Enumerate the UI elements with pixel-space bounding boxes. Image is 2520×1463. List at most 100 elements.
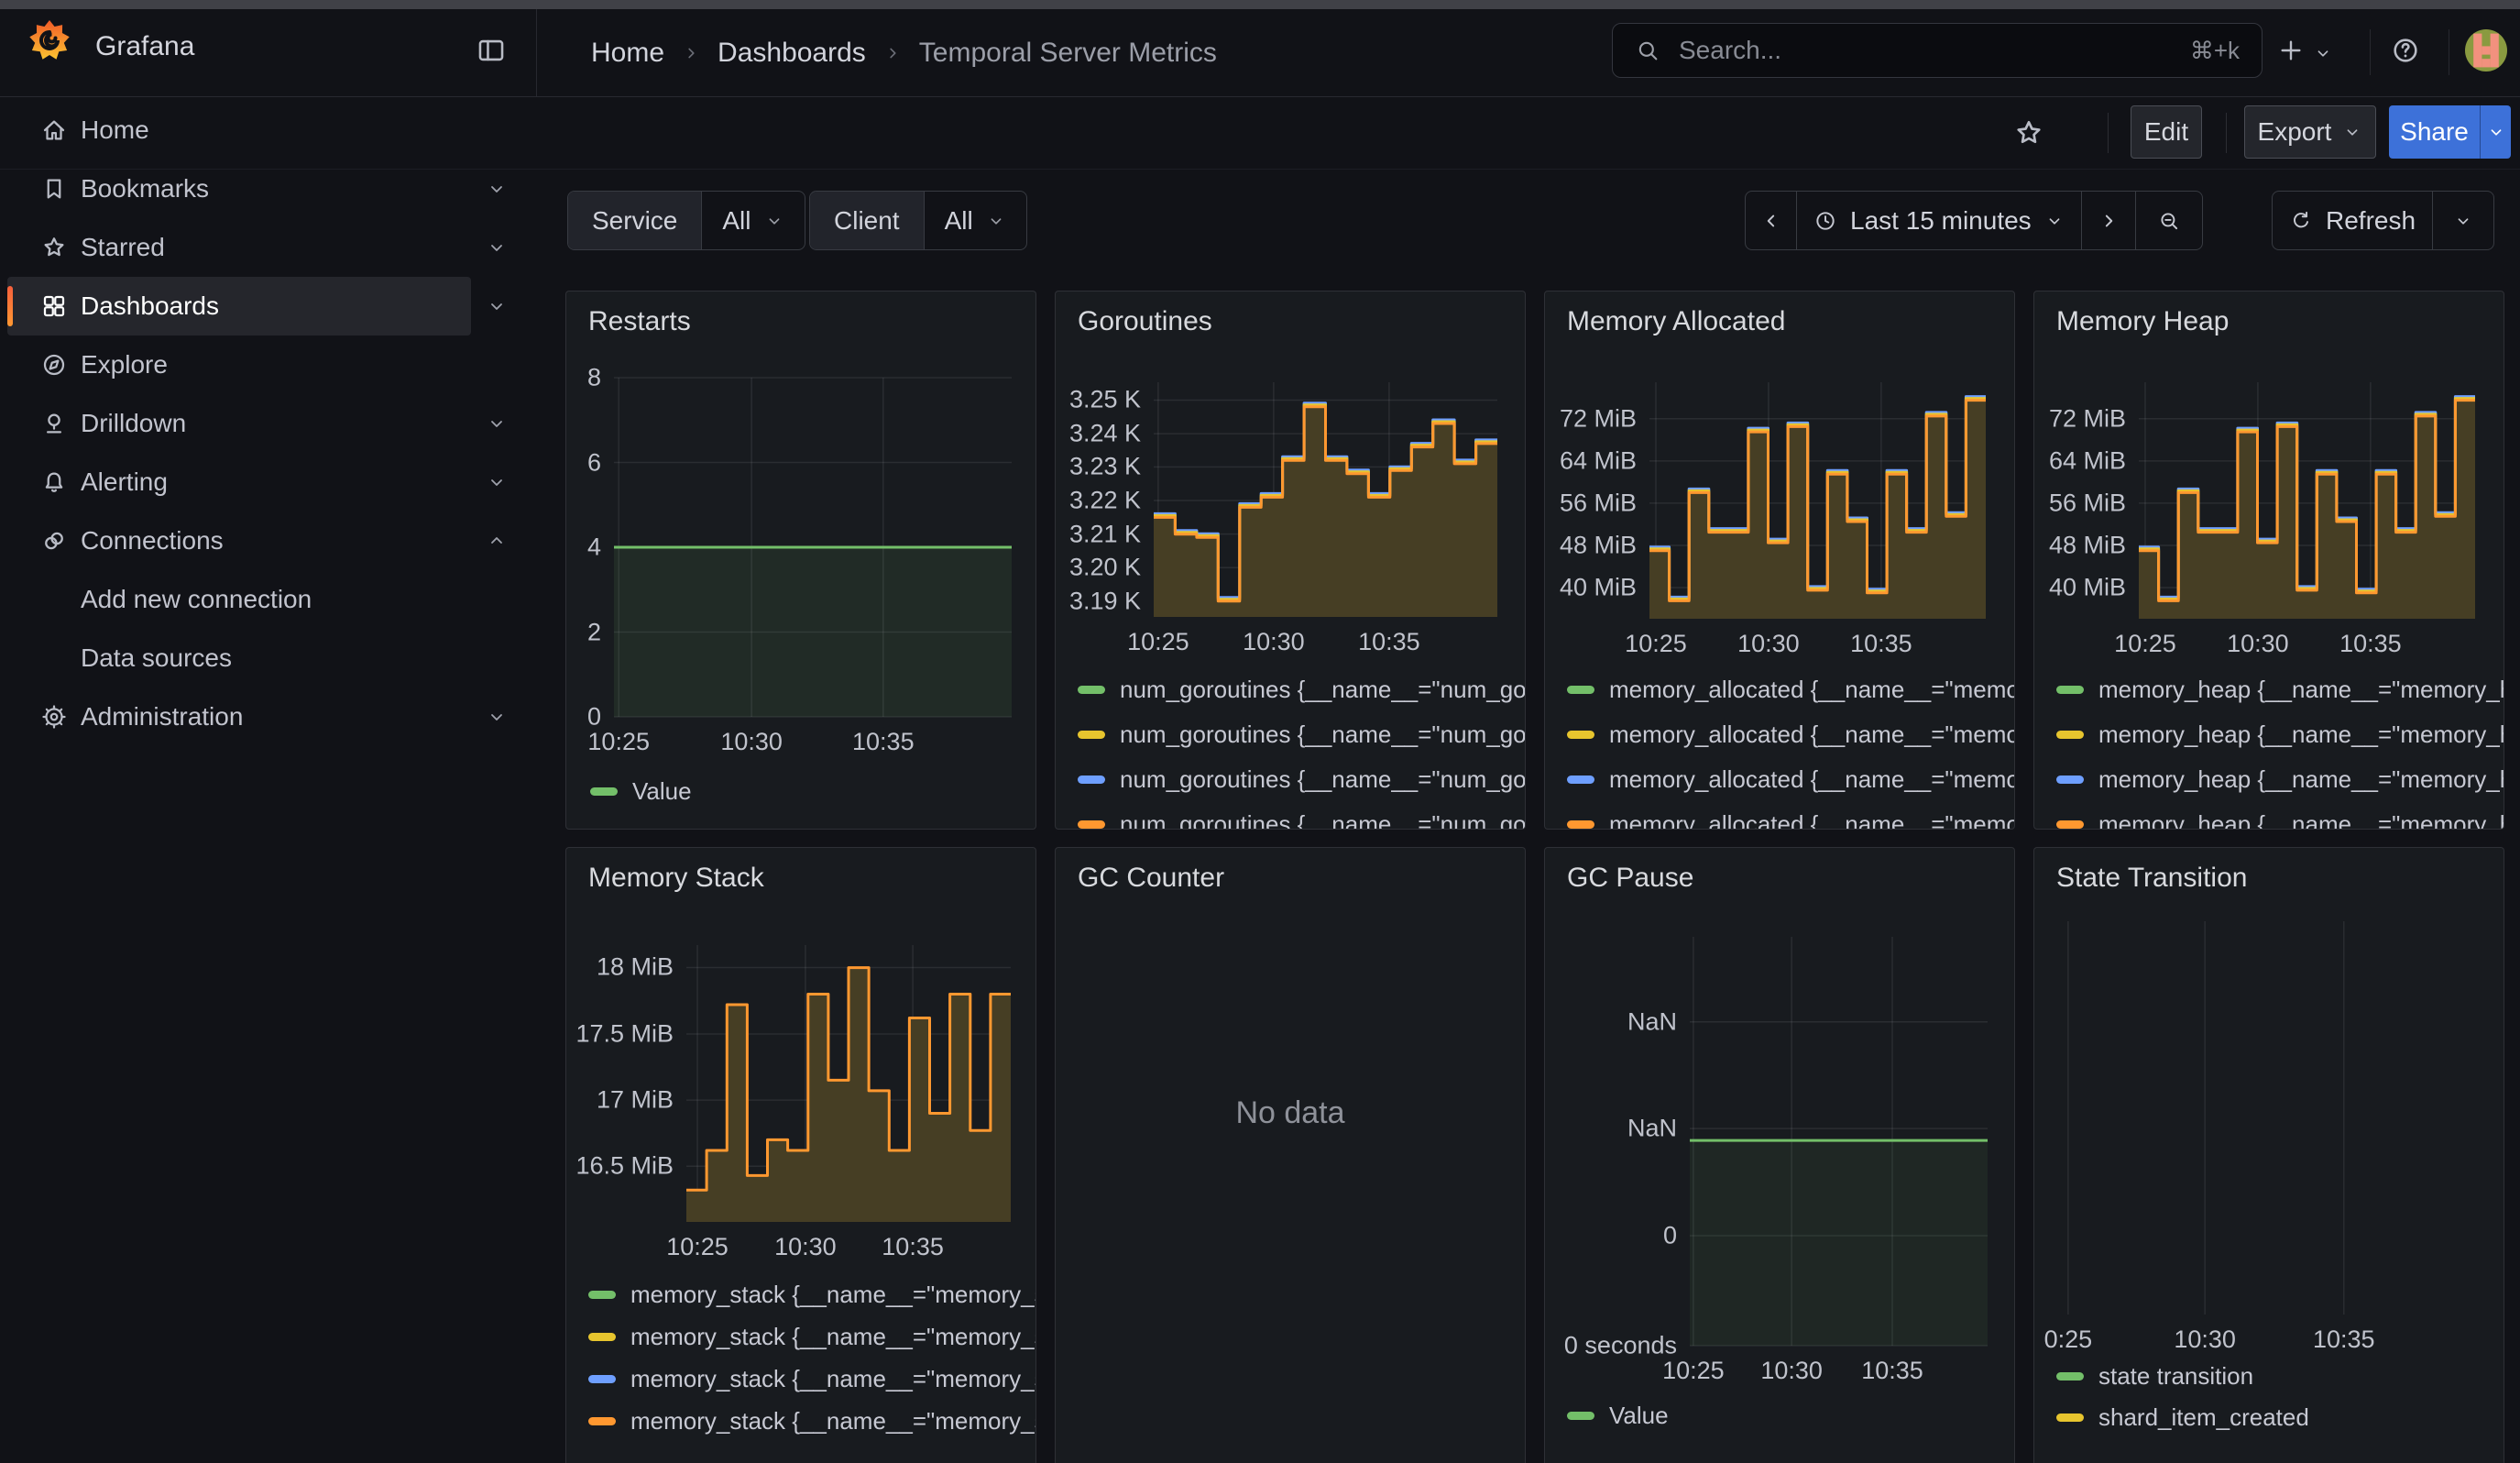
bell-icon [40, 468, 68, 496]
sidebar-item-data-sources[interactable]: Data sources [7, 629, 471, 688]
legend-swatch [588, 1291, 616, 1299]
panel-title[interactable]: Memory Heap [2056, 306, 2229, 337]
panel-title[interactable]: Memory Stack [588, 863, 764, 894]
gc-pause-chart[interactable]: NaNNaN00 seconds10:2510:3010:35 [1690, 937, 1988, 1346]
service-filter-value[interactable]: All [702, 192, 804, 249]
legend-item[interactable]: Value [590, 770, 692, 812]
y-axis-tick: 2 [587, 618, 601, 646]
legend-item[interactable]: memory_allocated {__name__="memo [1567, 802, 2015, 830]
sidebar-item-connections[interactable]: Connections [7, 512, 471, 570]
panel-title[interactable]: State Transition [2056, 863, 2247, 894]
legend-item[interactable]: memory_allocated {__name__="memo [1567, 667, 2015, 712]
refresh-interval-dropdown[interactable] [2432, 192, 2493, 249]
legend-item[interactable]: memory_heap {__name__="memory_h [2056, 667, 2504, 712]
export-button[interactable]: Export [2244, 105, 2376, 159]
legend-swatch [2056, 1372, 2084, 1380]
share-dropdown-button[interactable] [2481, 105, 2511, 159]
sidebar-item-add-new-connection[interactable]: Add new connection [7, 570, 471, 629]
memory-allocated-chart[interactable]: 72 MiB64 MiB56 MiB48 MiB40 MiB10:2510:30… [1649, 382, 1986, 619]
chevron-right-icon [882, 43, 903, 63]
user-avatar[interactable] [2465, 29, 2507, 72]
panel-title[interactable]: GC Counter [1078, 863, 1224, 894]
help-circle-icon[interactable] [2390, 35, 2421, 66]
legend-item[interactable]: memory_stack {__name__="memory_s [588, 1315, 1036, 1358]
refresh-button[interactable]: Refresh [2273, 192, 2432, 249]
legend-item[interactable]: num_goroutines {__name__="num_go [1078, 757, 1526, 802]
edit-button[interactable]: Edit [2131, 105, 2202, 159]
memory-stack-chart[interactable]: 18 MiB17.5 MiB17 MiB16.5 MiB10:2510:3010… [686, 945, 1011, 1222]
legend-item[interactable]: Value [1567, 1394, 1669, 1436]
legend-item[interactable]: memory_allocated {__name__="memo [1567, 757, 2015, 802]
legend-item[interactable]: shard_item_created [2056, 1397, 2309, 1438]
legend-item[interactable]: state transition [2056, 1356, 2309, 1397]
legend-item[interactable]: memory_heap {__name__="memory_h [2056, 757, 2504, 802]
sidebar-item-dashboards[interactable]: Dashboards [7, 277, 471, 336]
search-input[interactable] [1677, 35, 2174, 66]
legend-item[interactable]: num_goroutines {__name__="num_go [1078, 712, 1526, 757]
chevron-down-icon [764, 211, 784, 231]
legend-item[interactable]: memory_heap {__name__="memory_h [2056, 712, 2504, 757]
sidebar-item-starred[interactable]: Starred [7, 218, 471, 277]
legend-item[interactable]: num_goroutines {__name__="num_go [1078, 667, 1526, 712]
breadcrumb-dashboards[interactable]: Dashboards [718, 38, 866, 69]
panel-title[interactable]: Goroutines [1078, 306, 1212, 337]
client-filter-selected: All [945, 206, 973, 236]
sidebar-item-bookmarks[interactable]: Bookmarks [7, 160, 471, 218]
sidebar-item-administration[interactable]: Administration [7, 688, 471, 746]
legend-item[interactable]: memory_heap {__name__="memory_h [2056, 802, 2504, 830]
time-back-button[interactable] [1746, 192, 1796, 249]
legend-label: Value [632, 777, 692, 806]
chevron-down-icon[interactable] [486, 706, 508, 728]
chevron-down-icon[interactable] [486, 412, 508, 434]
topbar-divider [2370, 29, 2371, 75]
legend-item[interactable]: memory_stack {__name__="memory_s [588, 1400, 1036, 1442]
restarts-chart[interactable]: 8642010:2510:3010:35 [614, 378, 1012, 717]
x-axis-tick: 10:30 [1760, 1357, 1823, 1385]
search-box[interactable]: ⌘+k [1612, 23, 2263, 78]
legend-item[interactable]: memory_allocated {__name__="memo [1567, 712, 2015, 757]
chevron-down-icon[interactable] [486, 295, 508, 317]
chevron-up-icon[interactable] [486, 530, 508, 552]
x-axis-tick: 10:35 [1850, 630, 1912, 658]
breadcrumb-home[interactable]: Home [591, 38, 664, 69]
panel-title[interactable]: Restarts [588, 306, 691, 337]
chevron-down-icon [2342, 122, 2362, 142]
zoom-out-button[interactable] [2135, 192, 2202, 249]
panel-title[interactable]: GC Pause [1567, 863, 1693, 894]
time-range-picker[interactable]: Last 15 minutes [1796, 192, 2081, 249]
goroutines-chart[interactable]: 3.25 K3.24 K3.23 K3.22 K3.21 K3.20 K3.19… [1154, 382, 1497, 617]
plus-icon[interactable] [2276, 36, 2306, 65]
time-forward-button[interactable] [2081, 192, 2135, 249]
time-range-label: Last 15 minutes [1850, 206, 2032, 236]
legend-item[interactable]: memory_stack {__name__="memory_s [588, 1358, 1036, 1400]
panel-title[interactable]: Memory Allocated [1567, 306, 1785, 337]
legend-item[interactable]: memory_stack {__name__="memory_s [588, 1273, 1036, 1315]
sidebar-item-drilldown[interactable]: Drilldown [7, 394, 471, 453]
legend-label: memory_allocated {__name__="memo [1609, 765, 2015, 794]
sidebar-item-home[interactable]: Home [7, 101, 471, 160]
memory-heap-chart[interactable]: 72 MiB64 MiB56 MiB48 MiB40 MiB10:2510:30… [2139, 382, 2475, 619]
y-axis-tick: 6 [587, 448, 601, 477]
sidebar-item-explore[interactable]: Explore [7, 336, 471, 394]
panel-left-icon[interactable] [476, 35, 507, 66]
grafana-logo-icon[interactable] [27, 18, 71, 62]
legend-swatch [2056, 686, 2084, 694]
y-axis-tick: 40 MiB [2049, 573, 2126, 601]
share-button[interactable]: Share [2389, 105, 2480, 159]
topbar-divider [536, 9, 537, 96]
chevron-down-icon[interactable] [2313, 43, 2333, 63]
client-filter-value[interactable]: All [925, 192, 1026, 249]
legend-item[interactable]: num_goroutines {__name__="num_go [1078, 802, 1526, 830]
star-icon[interactable] [2012, 116, 2045, 149]
legend-swatch [1078, 776, 1105, 784]
gc-pause-legend: Value [1567, 1394, 1669, 1436]
chevron-down-icon[interactable] [486, 471, 508, 493]
x-axis-tick: 10:30 [2174, 1326, 2236, 1354]
state-transition-chart[interactable]: 0:2510:3010:35 [2046, 921, 2475, 1314]
memory-stack-legend: memory_stack {__name__="memory_smemory_s… [588, 1273, 1036, 1442]
x-axis-tick: 10:25 [666, 1233, 729, 1261]
chevron-down-icon[interactable] [486, 236, 508, 258]
goroutines-legend: num_goroutines {__name__="num_gonum_goro… [1078, 667, 1526, 830]
sidebar-item-alerting[interactable]: Alerting [7, 453, 471, 512]
chevron-down-icon[interactable] [486, 178, 508, 200]
